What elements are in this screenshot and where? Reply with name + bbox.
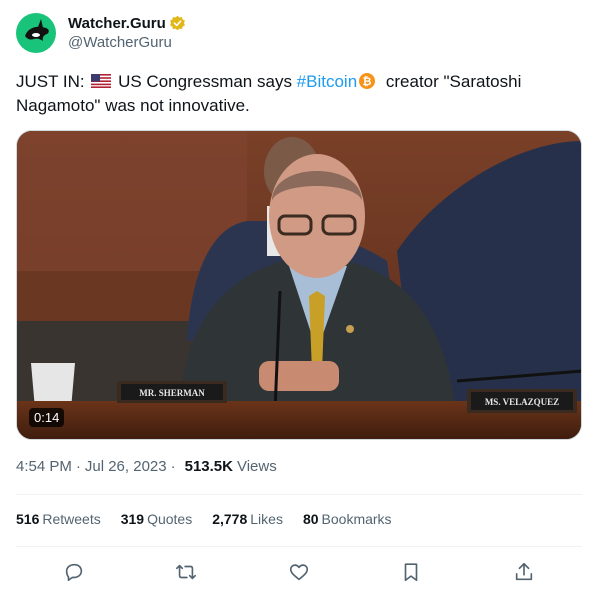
divider xyxy=(16,546,582,547)
quotes-stat[interactable]: 319 Quotes xyxy=(121,511,193,527)
hashtag-link[interactable]: #Bitcoin xyxy=(297,72,357,91)
meta-separator: · xyxy=(170,458,176,475)
share-button[interactable] xyxy=(510,558,538,586)
tweet-meta: 4:54 PM · Jul 26, 2023 · 513.5K Views xyxy=(16,458,277,475)
likes-stat[interactable]: 2,778 Likes xyxy=(212,511,283,527)
share-icon xyxy=(515,562,533,581)
views-label: Views xyxy=(236,458,277,475)
reply-button[interactable] xyxy=(60,558,88,586)
bitcoin-icon: ₿ xyxy=(359,73,376,89)
like-button[interactable] xyxy=(285,558,313,586)
bookmarks-stat[interactable]: 80 Bookmarks xyxy=(303,511,392,527)
divider xyxy=(16,494,582,495)
tweet-text-body: US Congressman says xyxy=(113,72,297,91)
like-icon xyxy=(289,564,309,581)
video-frame: MR. SHERMAN MS. VELAZQUEZ xyxy=(17,131,581,439)
meta-separator: · xyxy=(75,458,81,475)
orca-logo-icon xyxy=(25,19,49,41)
svg-text:₿: ₿ xyxy=(363,75,372,88)
gold-verified-badge-icon xyxy=(169,15,185,31)
bookmark-button[interactable] xyxy=(397,558,425,586)
tweet-text-prefix: JUST IN: xyxy=(16,72,90,91)
nameplate-velazquez: MS. VELAZQUEZ xyxy=(485,397,559,407)
bookmark-icon xyxy=(404,563,418,582)
tweet-time[interactable]: 4:54 PM xyxy=(16,458,72,475)
action-bar xyxy=(16,558,582,586)
nameplate-sherman: MR. SHERMAN xyxy=(139,388,205,398)
us-flag-icon xyxy=(91,74,112,88)
engagement-stats: 516 Retweets 319 Quotes 2,778 Likes 80 Bookm… xyxy=(16,511,412,527)
tweet-header: Watcher.Guru @WatcherGuru xyxy=(16,12,186,54)
retweet-icon xyxy=(176,564,196,580)
video-player[interactable]: MR. SHERMAN MS. VELAZQUEZ 0:14 xyxy=(16,130,582,440)
author-display-name[interactable]: Watcher.Guru xyxy=(68,15,166,32)
tweet-date[interactable]: Jul 26, 2023 xyxy=(85,458,167,475)
author-handle[interactable]: @WatcherGuru xyxy=(68,34,186,51)
reply-icon xyxy=(65,563,83,582)
retweets-stat[interactable]: 516 Retweets xyxy=(16,511,101,527)
video-duration-badge: 0:14 xyxy=(29,408,65,427)
tweet-text: JUST IN: US Congressman says #Bitcoin ₿ c… xyxy=(16,70,576,118)
retweet-button[interactable] xyxy=(172,558,200,586)
views-count: 513.5K xyxy=(184,458,233,475)
avatar[interactable] xyxy=(16,13,56,53)
